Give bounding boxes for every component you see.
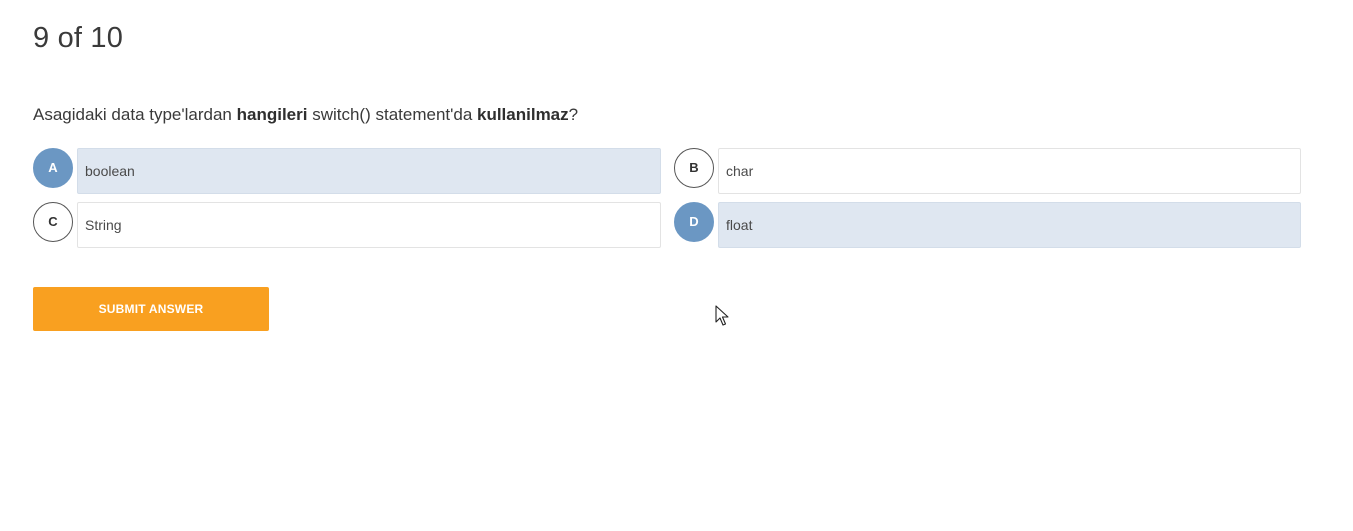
answer-option-a[interactable]: A boolean — [33, 148, 661, 194]
option-letter-badge[interactable]: D — [674, 202, 714, 242]
question-emphasis-2: kullanilmaz — [477, 105, 569, 124]
question-emphasis-1: hangileri — [236, 105, 308, 124]
option-answer-box[interactable]: char — [718, 148, 1301, 194]
question-part-2: switch() statement'da — [307, 105, 477, 124]
question-part-1: Asagidaki data type'lardan — [33, 105, 237, 124]
option-answer-box[interactable]: float — [718, 202, 1301, 248]
question-part-3: ? — [568, 105, 579, 124]
answer-option-b[interactable]: B char — [674, 148, 1301, 194]
answer-option-c[interactable]: C String — [33, 202, 661, 248]
option-answer-text: char — [726, 163, 754, 179]
option-letter-badge[interactable]: B — [674, 148, 714, 188]
option-letter-badge[interactable]: C — [33, 202, 73, 242]
question-text: Asagidaki data type'lardan hangileri swi… — [33, 104, 578, 126]
option-answer-text: boolean — [85, 163, 135, 179]
submit-answer-button[interactable]: SUBMIT ANSWER — [33, 287, 269, 331]
answer-option-d[interactable]: D float — [674, 202, 1301, 248]
mouse-pointer-icon — [715, 305, 729, 326]
option-answer-box[interactable]: String — [77, 202, 661, 248]
option-answer-text: float — [726, 217, 753, 233]
option-letter-badge[interactable]: A — [33, 148, 73, 188]
quiz-progress: 9 of 10 — [33, 22, 124, 54]
option-answer-text: String — [85, 217, 122, 233]
option-answer-box[interactable]: boolean — [77, 148, 661, 194]
